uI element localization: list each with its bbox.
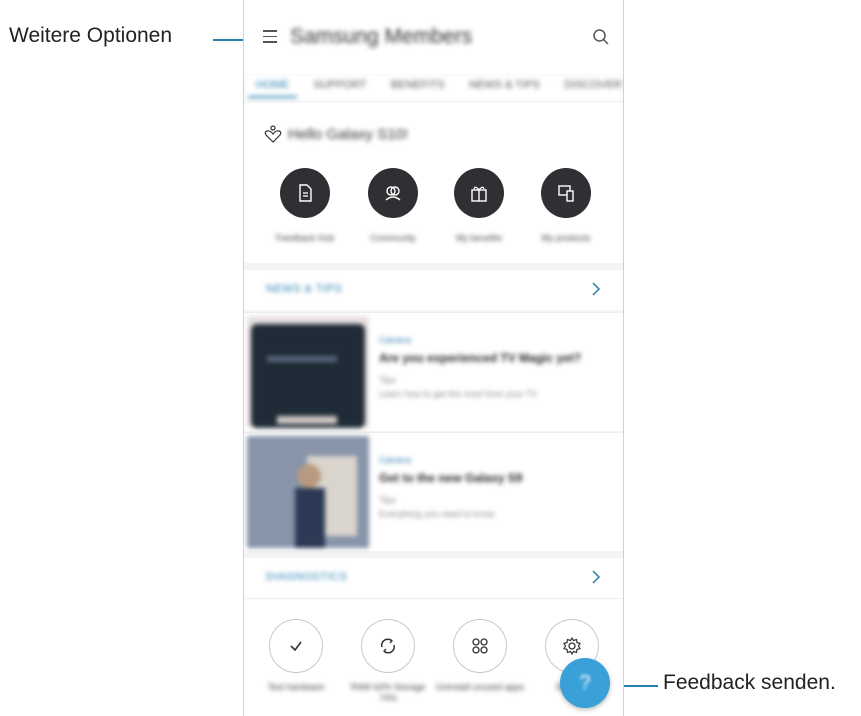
welcome-card: Hello Galaxy S10! Feedback Hub Community xyxy=(244,103,623,263)
action-label: My products xyxy=(541,233,591,243)
chevron-right-icon[interactable] xyxy=(591,282,601,296)
tab-discover[interactable]: DISCOVER xyxy=(556,74,623,96)
document-icon xyxy=(299,184,312,202)
diag-test-hardware[interactable]: Test hardware xyxy=(251,619,341,693)
refresh-icon xyxy=(380,638,396,654)
article-summary: Learn how to get the most from your TV xyxy=(379,389,538,399)
article-category: Camera xyxy=(379,335,412,345)
app-bar: Samsung Members xyxy=(244,0,623,74)
section-title: DIAGNOSTICS xyxy=(266,571,348,583)
gift-icon xyxy=(471,186,487,202)
tab-bar: HOME SUPPORT BENEFITS NEWS & TIPS DISCOV… xyxy=(244,74,623,103)
gear-icon xyxy=(563,636,581,656)
action-my-products[interactable]: My products xyxy=(521,168,611,243)
action-my-benefits[interactable]: My benefits xyxy=(434,168,524,243)
search-icon[interactable] xyxy=(592,28,610,46)
diag-label: Uninstall unused apps xyxy=(435,682,525,692)
news-article[interactable]: Camera Are you experienced TV Magic yet?… xyxy=(244,312,623,431)
phone-screen: Samsung Members HOME SUPPORT BENEFITS NE… xyxy=(243,0,624,716)
article-title: Are you experienced TV Magic yet? xyxy=(379,351,582,365)
tab-support[interactable]: SUPPORT xyxy=(305,74,374,96)
diagnostics-header[interactable]: DIAGNOSTICS xyxy=(244,558,623,598)
article-thumbnail xyxy=(247,316,369,428)
devices-icon xyxy=(558,185,574,202)
article-summary: Everything you need to know xyxy=(379,509,495,519)
news-article[interactable]: Camera Get to the new Galaxy S9 Tips Eve… xyxy=(244,432,623,551)
chevron-right-icon[interactable] xyxy=(591,570,601,584)
news-tips-header[interactable]: NEWS & TIPS xyxy=(244,270,623,310)
send-feedback-callout: Feedback senden. xyxy=(663,671,836,694)
diag-uninstall-apps[interactable]: Uninstall unused apps xyxy=(435,619,525,693)
action-label: Community xyxy=(370,233,416,243)
article-title: Get to the new Galaxy S9 xyxy=(379,471,523,485)
diag-optimize[interactable]: RAM 64% Storage 74% xyxy=(343,619,433,704)
apps-icon xyxy=(472,638,488,654)
action-feedback-hub[interactable]: Feedback Hub xyxy=(260,168,350,243)
article-meta: Tips xyxy=(379,375,396,385)
article-thumbnail xyxy=(247,436,369,548)
feedback-fab-button[interactable]: ? xyxy=(560,658,610,708)
members-heart-icon xyxy=(264,125,282,143)
more-options-callout: Weitere Optionen xyxy=(9,24,173,47)
app-title: Samsung Members xyxy=(290,25,473,48)
diag-label: Test hardware xyxy=(267,682,325,692)
tab-home[interactable]: HOME xyxy=(248,74,297,98)
article-category: Camera xyxy=(379,455,412,465)
check-icon xyxy=(290,641,302,652)
menu-icon[interactable] xyxy=(263,30,277,43)
diag-label: RAM 64% Storage 74% xyxy=(350,682,426,703)
article-meta: Tips xyxy=(379,495,396,505)
question-mark-icon: ? xyxy=(579,672,591,694)
action-label: My benefits xyxy=(455,233,503,243)
tab-news-tips[interactable]: NEWS & TIPS xyxy=(461,74,548,96)
action-community[interactable]: Community xyxy=(348,168,438,243)
greeting-text: Hello Galaxy S10! xyxy=(288,126,409,143)
action-label: Feedback Hub xyxy=(275,233,335,243)
tab-benefits[interactable]: BENEFITS xyxy=(383,74,453,96)
section-title: NEWS & TIPS xyxy=(266,283,343,295)
people-icon xyxy=(385,186,401,201)
